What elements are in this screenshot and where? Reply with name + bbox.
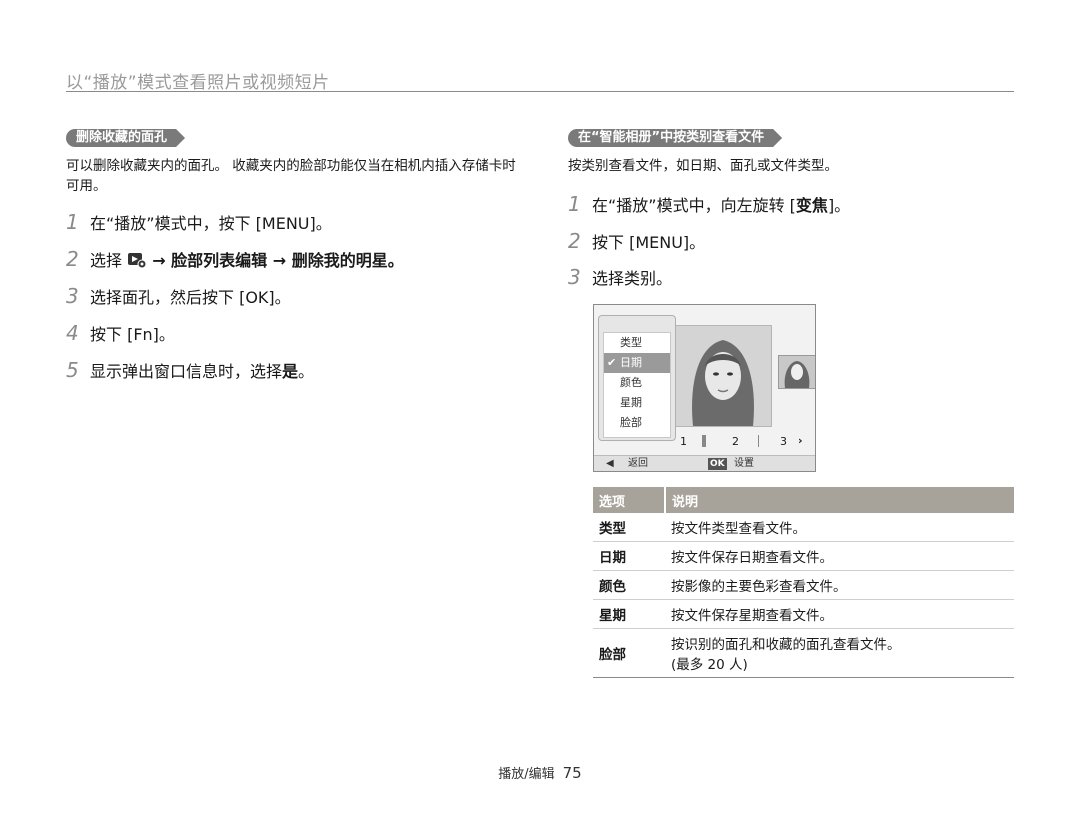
camera-screen-illustration: 类型 ✔ 日期 颜色 星期 脸部 1 2 3 › ◀ 返回 OK 设置 [593, 304, 816, 472]
left-arrow-icon[interactable]: ◀ [606, 456, 614, 471]
column-header-description: 说明 [665, 487, 1014, 513]
option-description: 按识别的面孔和收藏的面孔查看文件。 (最多 20 人) [665, 628, 1014, 678]
step-number: 1 [66, 210, 79, 234]
step-text: 选择类别。 [592, 269, 673, 288]
step-2-right: 2 按下 [MENU]。 [568, 230, 705, 254]
option-description: 按文件类型查看文件。 [665, 513, 1014, 542]
thumbnail-image [778, 355, 815, 389]
option-name: 脸部 [593, 628, 665, 678]
menu-item-type[interactable]: 类型 [604, 333, 670, 353]
section-intro-right: 按类别查看文件，如日期、面孔或文件类型。 [568, 158, 838, 174]
step-3-left: 3 选择面孔，然后按下 [OK]。 [66, 285, 291, 309]
option-name: 日期 [593, 541, 665, 571]
page-separator [758, 435, 759, 447]
page-3: 3 [780, 435, 787, 448]
table-row: 日期 按文件保存日期查看文件。 [593, 541, 1014, 571]
step-number: 4 [66, 321, 79, 345]
playback-settings-icon [127, 251, 147, 269]
check-icon: ✔ [607, 356, 617, 369]
page-number: 75 [562, 764, 582, 782]
option-name: 颜色 [593, 570, 665, 600]
set-label[interactable]: 设置 [734, 456, 754, 471]
page-indicator: 1 2 3 › [676, 434, 812, 449]
step-text-pre: 在“播放”模式中，向左旋转 [ [592, 196, 796, 215]
step-text: 按下 [MENU]。 [592, 233, 706, 252]
step-text-post: ]。 [827, 196, 851, 215]
table-row: 星期 按文件保存星期查看文件。 [593, 599, 1014, 629]
step-4-left: 4 按下 [Fn]。 [66, 322, 175, 346]
table-header-row: 选项 说明 [593, 487, 1014, 513]
step-text-bold: 是 [282, 362, 299, 381]
category-list: 类型 ✔ 日期 颜色 星期 脸部 [603, 332, 671, 438]
step-text-pre: 显示弹出窗口信息时，选择 [90, 362, 283, 381]
option-description: 按文件保存日期查看文件。 [665, 541, 1014, 571]
option-description-line-1: 按识别的面孔和收藏的面孔查看文件。 [671, 637, 901, 653]
option-description-line-2: (最多 20 人) [671, 657, 748, 673]
step-1-left: 1 在“播放”模式中，按下 [MENU]。 [66, 211, 332, 235]
page-footer: 播放/编辑 75 [0, 763, 1080, 782]
step-number: 2 [568, 229, 581, 253]
step-text: 选择面孔，然后按下 [OK]。 [90, 288, 291, 307]
menu-item-face[interactable]: 脸部 [604, 413, 670, 433]
step-2-left: 2 选择 → 脸部列表编辑 → 删除我的明星。 [66, 248, 404, 272]
step-text-bold: → 脸部列表编辑 → 删除我的明星。 [152, 251, 404, 270]
option-name: 星期 [593, 599, 665, 629]
step-text-bold: 变焦 [795, 196, 828, 215]
section-pill-smart-album: 在“智能相册”中按类别查看文件 [568, 129, 782, 147]
step-3-right: 3 选择类别。 [568, 266, 672, 290]
back-label[interactable]: 返回 [628, 456, 648, 471]
step-number: 5 [66, 358, 79, 382]
step-text-pre: 选择 [90, 251, 123, 270]
ok-key-icon[interactable]: OK [708, 458, 727, 470]
page-separator [702, 435, 706, 447]
step-number: 3 [568, 265, 581, 289]
category-menu: 类型 ✔ 日期 颜色 星期 脸部 [598, 315, 676, 441]
table-row: 类型 按文件类型查看文件。 [593, 513, 1014, 542]
step-text-post: 。 [298, 362, 315, 381]
step-1-right: 1 在“播放”模式中，向左旋转 [变焦]。 [568, 193, 850, 217]
menu-item-date[interactable]: ✔ 日期 [604, 353, 670, 373]
option-name: 类型 [593, 513, 665, 542]
page-2: 2 [732, 435, 739, 448]
page-header-title: 以“播放”模式查看照片或视频短片 [66, 73, 330, 93]
section-pill-delete-faces: 删除收藏的面孔 [66, 129, 185, 147]
header-divider [66, 91, 1014, 92]
menu-item-week[interactable]: 星期 [604, 393, 670, 413]
section-intro-left: 可以删除收藏夹内的面孔。 收藏夹内的脸部功能仅当在相机内插入存储卡时可用。 [66, 158, 516, 194]
step-number: 2 [66, 247, 79, 271]
chevron-right-icon[interactable]: › [798, 434, 803, 447]
menu-item-color[interactable]: 颜色 [604, 373, 670, 393]
table-row: 脸部 按识别的面孔和收藏的面孔查看文件。 (最多 20 人) [593, 628, 1014, 678]
step-text: 按下 [Fn]。 [90, 325, 175, 344]
portrait-image [675, 326, 771, 426]
page-1: 1 [680, 435, 687, 448]
options-table: 选项 说明 类型 按文件类型查看文件。 日期 按文件保存日期查看文件。 颜色 按… [593, 487, 1014, 678]
step-5-left: 5 显示弹出窗口信息时，选择是。 [66, 359, 314, 383]
photo-preview [674, 325, 772, 427]
option-description: 按影像的主要色彩查看文件。 [665, 570, 1014, 600]
footer-section: 播放/编辑 [498, 767, 555, 782]
step-text: 在“播放”模式中，按下 [MENU]。 [90, 214, 332, 233]
screen-bottom-bar: ◀ 返回 OK 设置 [594, 455, 815, 471]
column-header-option: 选项 [593, 487, 666, 513]
step-number: 3 [66, 284, 79, 308]
table-row: 颜色 按影像的主要色彩查看文件。 [593, 570, 1014, 600]
option-description: 按文件保存星期查看文件。 [665, 599, 1014, 629]
step-number: 1 [568, 192, 581, 216]
